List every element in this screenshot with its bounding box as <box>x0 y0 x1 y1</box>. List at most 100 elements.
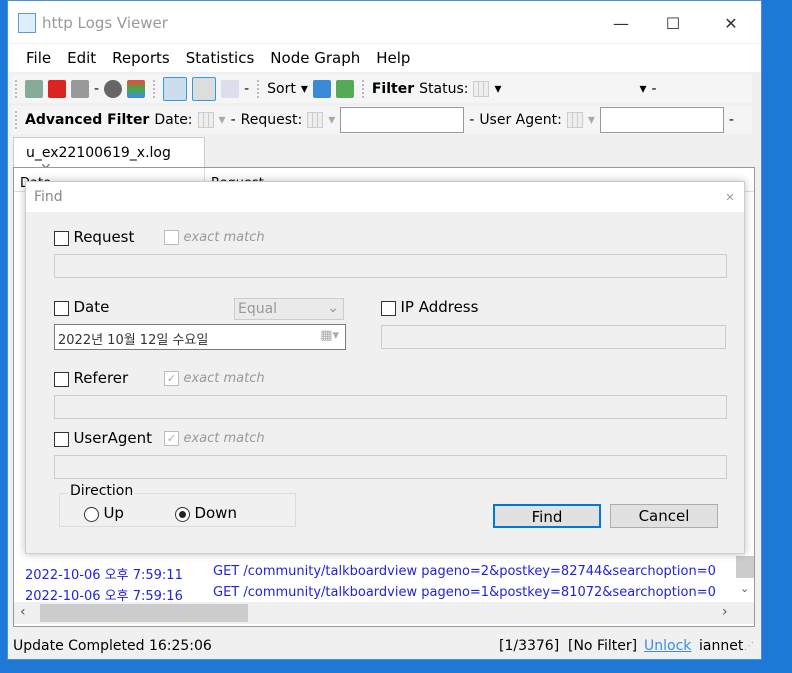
chevron-down-icon[interactable]: ▾ <box>588 112 595 128</box>
advanced-filter-label: Advanced Filter <box>25 112 150 128</box>
ip-address-label: IP Address <box>400 298 479 316</box>
exact-match-label: exact match <box>183 371 265 386</box>
main-toolbar: - - Sort ▾ Filter Status: ▾ ▾ - <box>12 75 752 103</box>
minimize-button[interactable]: — <box>598 9 644 39</box>
horizontal-scrollbar[interactable]: ‹ › <box>14 602 754 624</box>
ip-address-field[interactable] <box>381 325 726 349</box>
request-field[interactable] <box>54 254 727 278</box>
vertical-scrollbar-thumb[interactable] <box>736 556 754 578</box>
referer-label: Referer <box>73 369 129 387</box>
date-checkbox[interactable] <box>54 300 69 316</box>
add-red-log-icon[interactable] <box>48 80 66 98</box>
user-agent-filter-input[interactable] <box>599 107 724 133</box>
find-dialog: Find ✕ Request exact match Date Equal ⌄ 2… <box>25 181 745 554</box>
find-button[interactable]: Find <box>493 504 601 528</box>
direction-down-radio[interactable] <box>175 506 190 522</box>
status-text: Update Completed 16:25:06 <box>13 638 212 654</box>
menu-statistics[interactable]: Statistics <box>178 44 263 72</box>
document-icon[interactable] <box>71 80 89 98</box>
direction-up-radio[interactable] <box>84 506 99 522</box>
advanced-filter-bar: Advanced Filter Date: ▾ - Request: ▾ - Us… <box>12 106 752 134</box>
chevron-down-icon[interactable]: ▾ <box>494 81 501 97</box>
date-operator-value: Equal <box>238 301 278 317</box>
columns-icon[interactable] <box>127 80 146 98</box>
dialog-title-bar <box>26 182 744 212</box>
horizontal-scrollbar-thumb[interactable] <box>40 604 248 622</box>
status-dropdown[interactable]: ▾ <box>506 81 646 97</box>
binoculars-icon[interactable] <box>104 80 123 98</box>
refresh-icon[interactable] <box>163 77 188 101</box>
referer-checkbox[interactable] <box>54 371 69 387</box>
ip-address-checkbox[interactable] <box>381 300 396 316</box>
user-agent-grid-icon[interactable] <box>566 112 583 128</box>
date-picker[interactable]: 2022년 10월 12일 수요일 ▦▾ <box>54 324 346 350</box>
cancel-button[interactable]: Cancel <box>610 504 718 528</box>
request-label: Request <box>73 228 135 246</box>
sort-button[interactable]: Sort <box>267 81 296 97</box>
chevron-down-icon[interactable]: ▾ <box>219 112 226 128</box>
referer-field[interactable] <box>54 395 727 419</box>
maximize-button[interactable]: ☐ <box>650 9 696 39</box>
exact-match-label: exact match <box>183 230 265 245</box>
calendar-icon[interactable]: ▦▾ <box>320 328 339 343</box>
dialog-title: Find <box>34 189 63 205</box>
row-date: 2022-10-06 오후 7:59:11 <box>25 568 183 583</box>
referer-exact-match-checkbox[interactable]: ✓ <box>164 370 179 386</box>
date-grid-icon[interactable] <box>197 112 214 128</box>
chevron-down-icon[interactable]: ▾ <box>301 81 308 97</box>
app-icon <box>18 13 36 33</box>
useragent-exact-match-checkbox[interactable]: ✓ <box>164 430 179 446</box>
exact-match-label: exact match <box>183 431 265 446</box>
record-position: [1/3376] <box>499 638 560 654</box>
reload-icon[interactable] <box>221 80 240 98</box>
date-label: Date <box>73 298 110 316</box>
request-filter-label: Request: <box>240 112 303 128</box>
chevron-down-icon: ⌄ <box>327 300 339 316</box>
menu-bar: File Edit Reports Statistics Node Graph … <box>8 44 761 72</box>
useragent-field[interactable] <box>54 455 727 479</box>
menu-help[interactable]: Help <box>368 44 418 72</box>
tab-label: u_ex22100619_x.log <box>26 145 171 161</box>
title-bar: http Logs Viewer — ☐ ✕ <box>8 1 761 43</box>
row-request: GET /community/talkboardview pageno=1&po… <box>213 585 716 600</box>
date-value: 2022년 10월 12일 수요일 <box>58 333 209 348</box>
request-grid-icon[interactable] <box>307 112 324 128</box>
request-filter-input[interactable] <box>340 107 465 133</box>
tab-log-file[interactable]: u_ex22100619_x.log ✕ <box>13 137 205 177</box>
row-request: GET /community/talkboardview pageno=2&po… <box>213 564 716 579</box>
date-operator-select[interactable]: Equal ⌄ <box>234 298 344 320</box>
filter-status: [No Filter] <box>568 638 638 654</box>
dialog-close-button[interactable]: ✕ <box>718 186 742 210</box>
down-label: Down <box>194 504 237 522</box>
direction-label: Direction <box>68 483 136 499</box>
user-agent-filter-label: User Agent: <box>479 112 562 128</box>
add-log-icon[interactable] <box>25 80 43 98</box>
scroll-left-icon[interactable]: ‹ <box>20 604 26 620</box>
unlock-link[interactable]: Unlock <box>644 638 691 654</box>
filter-label: Filter <box>371 81 415 97</box>
resize-grip-icon[interactable]: ⋰ <box>744 641 754 652</box>
sort-descending-icon[interactable] <box>335 80 354 98</box>
menu-file[interactable]: File <box>18 44 59 72</box>
table-row[interactable]: 2022-10-06 오후 7:59:11 GET /community/talk… <box>25 564 716 583</box>
sort-ascending-icon[interactable] <box>312 80 331 98</box>
close-button[interactable]: ✕ <box>708 9 754 39</box>
status-bar: Update Completed 16:25:06 [1/3376] [No F… <box>8 633 761 659</box>
status-grid-icon[interactable] <box>473 81 490 97</box>
scroll-right-icon[interactable]: › <box>722 604 728 620</box>
user-name: iannet <box>699 638 744 654</box>
print-icon[interactable] <box>192 77 217 101</box>
useragent-label: UserAgent <box>73 429 153 447</box>
window-title: http Logs Viewer <box>42 14 168 32</box>
request-exact-match-checkbox[interactable] <box>164 229 179 245</box>
scroll-down-icon[interactable]: ⌄ <box>740 582 749 595</box>
request-checkbox[interactable] <box>54 230 69 246</box>
status-label: Status: <box>419 81 469 97</box>
up-label: Up <box>103 504 124 522</box>
date-filter-label: Date: <box>154 112 193 128</box>
menu-node-graph[interactable]: Node Graph <box>262 44 368 72</box>
menu-edit[interactable]: Edit <box>59 44 104 72</box>
chevron-down-icon[interactable]: ▾ <box>328 112 335 128</box>
menu-reports[interactable]: Reports <box>104 44 178 72</box>
useragent-checkbox[interactable] <box>54 431 69 447</box>
